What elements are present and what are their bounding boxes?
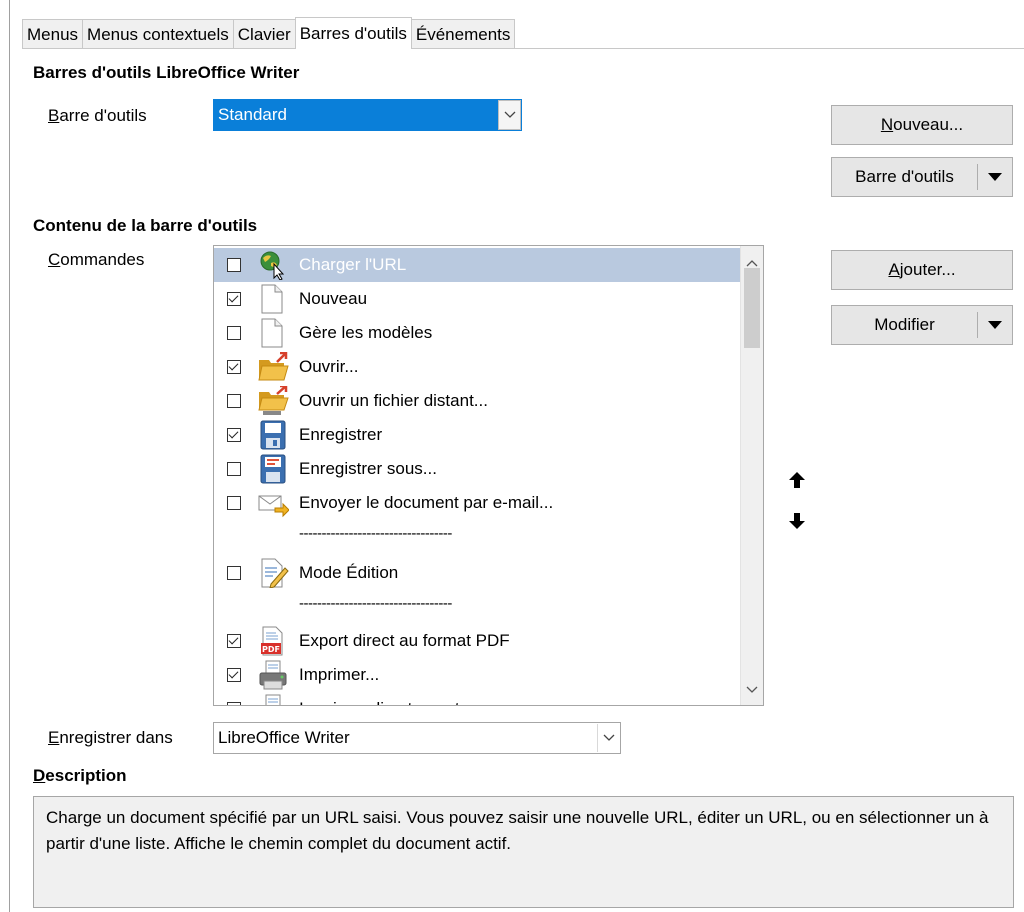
save-icon — [257, 420, 289, 450]
save-in-select[interactable]: LibreOffice Writer — [213, 722, 621, 754]
chevron-down-icon[interactable] — [498, 100, 521, 130]
description-text: Charge un document spécifié par un URL s… — [46, 808, 989, 853]
tab-context-menus[interactable]: Menus contextuels — [82, 19, 234, 49]
checkbox[interactable] — [227, 326, 241, 340]
arrow-up-icon — [789, 472, 805, 488]
toolbar-select[interactable]: Standard — [213, 99, 522, 131]
dropdown-arrow-icon[interactable] — [978, 173, 1012, 181]
email-icon — [257, 488, 290, 518]
move-down-button[interactable] — [785, 510, 809, 532]
move-up-button[interactable] — [785, 469, 809, 491]
templates-icon — [257, 318, 289, 348]
chevron-down-icon[interactable] — [597, 724, 619, 752]
print-icon — [257, 660, 289, 690]
command-label: Envoyer le document par e-mail... — [299, 493, 554, 512]
list-item[interactable]: Nouveau — [214, 282, 742, 316]
print-direct-icon — [257, 694, 289, 705]
scroll-thumb[interactable] — [744, 268, 760, 348]
checkbox[interactable] — [227, 634, 241, 648]
modify-label: Modifier — [874, 315, 935, 334]
checkbox[interactable] — [227, 428, 241, 442]
new-toolbar-button[interactable]: Nouveau... — [831, 105, 1013, 145]
open-folder-icon — [257, 351, 289, 382]
list-item[interactable]: Charger l'URL — [214, 248, 742, 282]
toolbar-label: Barre d'outils — [48, 106, 147, 125]
tab-keyboard[interactable]: Clavier — [232, 19, 296, 49]
command-label: Ouvrir un fichier distant... — [299, 391, 488, 410]
command-label: Gère les modèles — [299, 323, 433, 342]
save-in-label: Enregistrer dans — [48, 728, 173, 747]
command-label: Enregistrer sous... — [299, 459, 437, 478]
checkbox[interactable] — [227, 360, 241, 374]
tab-events[interactable]: Événements — [410, 19, 516, 49]
list-item[interactable]: PDF Export direct au format PDF — [214, 624, 742, 658]
list-item[interactable]: Enregistrer — [214, 418, 742, 452]
save-in-value: LibreOffice Writer — [218, 728, 350, 747]
dropdown-arrow-icon[interactable] — [978, 321, 1012, 329]
list-separator[interactable]: ---------------------------------- — [214, 520, 742, 550]
separator-label: ---------------------------------- — [299, 525, 452, 542]
command-label: Imprimer... — [299, 665, 380, 684]
checkbox[interactable] — [227, 462, 241, 476]
list-scrollbar[interactable] — [740, 246, 763, 705]
list-item[interactable]: Imprimer... — [214, 658, 742, 692]
add-command-button[interactable]: Ajouter... — [831, 250, 1013, 290]
command-label: Ouvrir... — [299, 357, 359, 376]
commands-label: Commandes — [48, 250, 145, 269]
arrow-down-icon — [789, 513, 805, 529]
separator-label: ---------------------------------- — [299, 595, 452, 612]
pdf-icon: PDF — [257, 626, 289, 656]
list-item[interactable]: Ouvrir... — [214, 350, 742, 384]
modify-button[interactable]: Modifier — [831, 305, 1013, 345]
checkbox[interactable] — [227, 566, 241, 580]
toolbar-menu-button[interactable]: Barre d'outils — [831, 157, 1013, 197]
toolbar-select-value: Standard — [218, 105, 287, 124]
checkbox[interactable] — [227, 496, 241, 510]
command-label: Mode Édition — [299, 563, 399, 582]
checkbox[interactable] — [227, 292, 241, 306]
list-item[interactable]: Imprimer directement — [214, 692, 742, 705]
commands-list[interactable]: Charger l'URL Nouveau Gère les modèles O… — [213, 245, 764, 706]
open-remote-icon — [257, 384, 289, 416]
list-separator[interactable]: ---------------------------------- — [214, 590, 742, 620]
save-as-icon — [257, 454, 289, 484]
list-item[interactable]: Envoyer le document par e-mail... — [214, 486, 742, 520]
command-label: Export direct au format PDF — [299, 631, 510, 650]
globe-url-icon — [257, 250, 289, 281]
command-label: Charger l'URL — [299, 255, 407, 274]
new-document-icon — [257, 284, 289, 314]
checkbox[interactable] — [227, 668, 241, 682]
toolbars-section-title: Barres d'outils LibreOffice Writer — [33, 63, 300, 82]
svg-text:PDF: PDF — [262, 645, 280, 654]
list-item[interactable]: Mode Édition — [214, 556, 742, 590]
list-item[interactable]: Ouvrir un fichier distant... — [214, 384, 742, 418]
description-box: Charge un document spécifié par un URL s… — [33, 796, 1014, 908]
toolbar-menu-label: Barre d'outils — [855, 167, 954, 186]
description-title: Description — [33, 766, 127, 785]
tab-bar: Menus Menus contextuels Clavier Barres d… — [22, 17, 516, 49]
command-label: Enregistrer — [299, 425, 383, 444]
command-label: Nouveau — [299, 289, 368, 308]
tab-divider — [22, 48, 1024, 49]
tab-toolbars[interactable]: Barres d'outils — [294, 17, 412, 49]
list-item[interactable]: Gère les modèles — [214, 316, 742, 350]
checkbox[interactable] — [227, 258, 241, 272]
edit-mode-icon — [257, 558, 289, 589]
list-item[interactable]: Enregistrer sous... — [214, 452, 742, 486]
dialog-left-border — [9, 0, 10, 912]
checkbox[interactable] — [227, 702, 241, 705]
command-label: Imprimer directement — [299, 692, 460, 705]
tab-menus[interactable]: Menus — [22, 19, 84, 49]
checkbox[interactable] — [227, 394, 241, 408]
content-section-title: Contenu de la barre d'outils — [33, 216, 258, 235]
scroll-down-icon[interactable] — [746, 679, 758, 699]
